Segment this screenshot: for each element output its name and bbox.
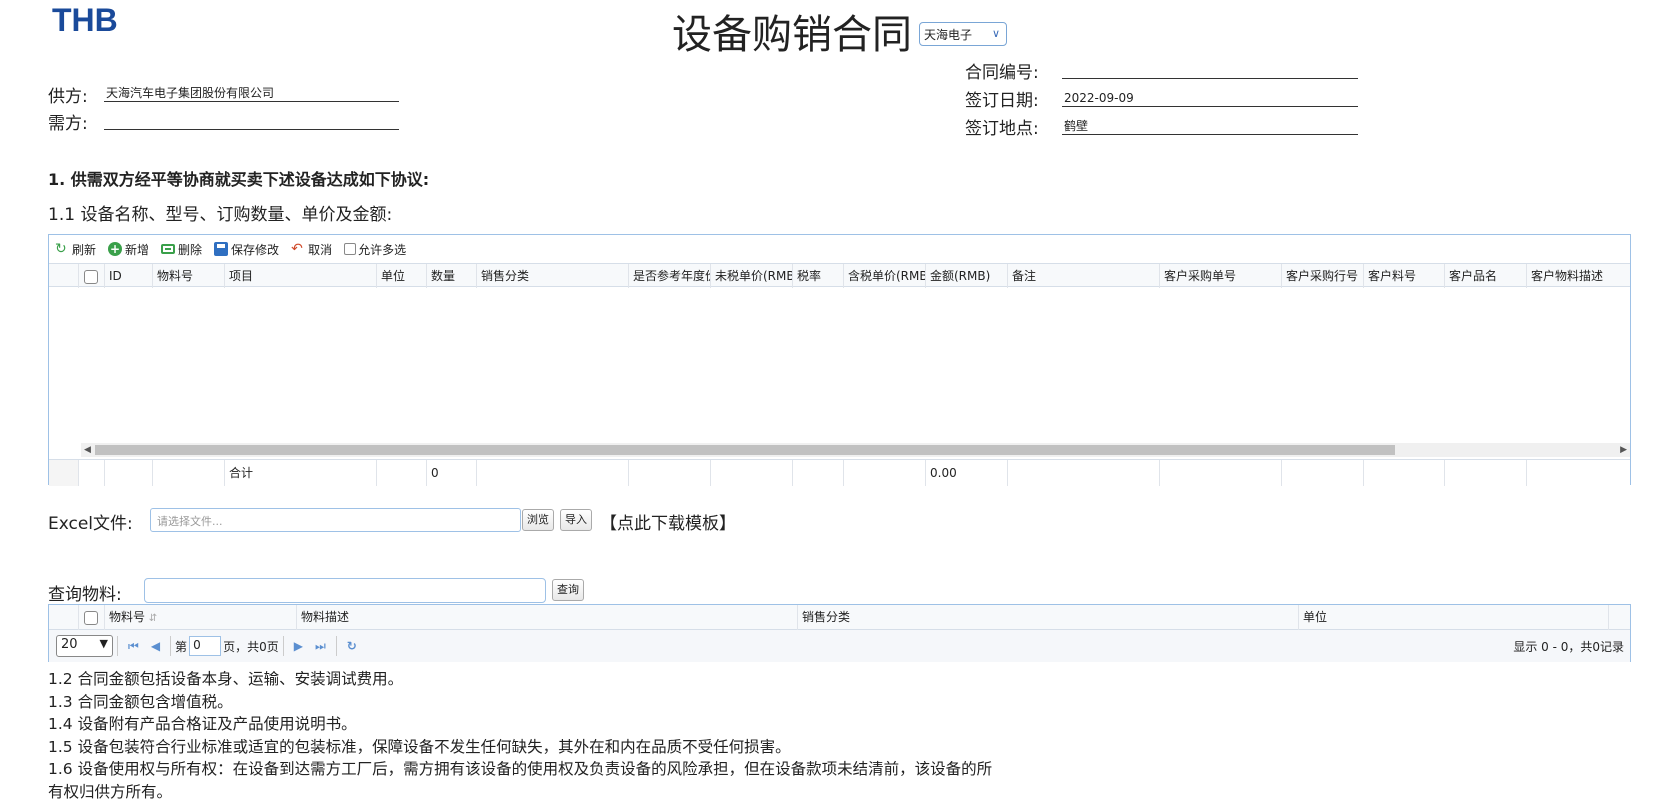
chevron-down-icon: ▼ bbox=[99, 637, 108, 650]
last-page-icon[interactable]: ⏭ bbox=[315, 639, 326, 654]
plus-icon: + bbox=[108, 242, 123, 256]
query-material-input[interactable] bbox=[144, 578, 546, 603]
minus-icon bbox=[161, 244, 176, 254]
col-customer-product-name[interactable]: 客户品名 bbox=[1445, 264, 1527, 288]
delete-button[interactable]: 删除 bbox=[161, 241, 202, 258]
save-button[interactable]: 保存修改 bbox=[214, 241, 279, 258]
multi-select-toggle[interactable]: 允许多选 bbox=[344, 241, 406, 258]
sign-place-label: 签订地点: bbox=[965, 119, 1039, 139]
query-button[interactable]: 查询 bbox=[552, 579, 584, 601]
material-select-all-checkbox[interactable] bbox=[84, 610, 98, 625]
term-1-5: 1.5 设备包装符合行业标准或适宜的包装标准，保障设备不发生任何缺失，其外在和内… bbox=[48, 737, 791, 756]
download-template-link[interactable]: 【点此下载模板】 bbox=[600, 509, 736, 534]
chevron-down-icon: ∨ bbox=[991, 27, 1000, 40]
prev-page-icon[interactable]: ◀ bbox=[151, 639, 160, 653]
company-select-value: 天海电子 bbox=[924, 28, 973, 42]
add-button[interactable]: + 新增 bbox=[108, 241, 149, 258]
pager-summary: 显示 0 - 0，共0记录 bbox=[1513, 639, 1624, 654]
col-tax-rate[interactable]: 税率 bbox=[793, 264, 844, 288]
total-amount: 0.00 bbox=[926, 460, 1008, 486]
buyer-field[interactable] bbox=[104, 112, 399, 130]
next-page-icon[interactable]: ▶ bbox=[294, 639, 303, 653]
import-button[interactable]: 导入 bbox=[560, 509, 592, 531]
col-customer-material-desc[interactable]: 客户物料描述 bbox=[1527, 264, 1630, 288]
page-suffix: 页，共0页 bbox=[223, 639, 279, 654]
scroll-left-icon[interactable]: ◀ bbox=[84, 443, 91, 457]
buyer-label: 需方: bbox=[48, 114, 88, 134]
browse-button[interactable]: 浏览 bbox=[522, 509, 554, 531]
page-number-input[interactable]: 0 bbox=[189, 636, 222, 656]
first-page-icon[interactable]: ⏮ bbox=[128, 639, 139, 654]
select-all-checkbox[interactable] bbox=[84, 269, 98, 284]
excel-file-label: Excel文件: bbox=[48, 514, 133, 534]
col-material-desc[interactable]: 物料描述 bbox=[297, 605, 798, 630]
company-logo: THB bbox=[52, 2, 118, 38]
term-1-3: 1.3 合同金额包含增值税。 bbox=[48, 692, 233, 711]
grid-footer-row: 合计 0 0.00 bbox=[49, 459, 1630, 486]
col-untaxed-price[interactable]: 未税单价(RMB) bbox=[711, 264, 793, 288]
col-remark[interactable]: 备注 bbox=[1008, 264, 1160, 288]
company-select[interactable]: 天海电子 ∨ bbox=[919, 22, 1007, 46]
scroll-right-icon[interactable]: ▶ bbox=[1620, 443, 1627, 457]
page-size-select[interactable]: 20 ▼ bbox=[56, 635, 113, 657]
refresh-icon: ↻ bbox=[55, 241, 67, 257]
excel-file-input[interactable]: 请选择文件... bbox=[150, 508, 521, 532]
total-label: 合计 bbox=[225, 460, 377, 486]
col-quantity[interactable]: 数量 bbox=[427, 264, 477, 288]
cancel-button[interactable]: ↶ 取消 bbox=[291, 241, 332, 258]
undo-icon: ↶ bbox=[291, 241, 303, 257]
material-grid-header: 物料号 ⇵ 物料描述 销售分类 单位 bbox=[49, 605, 1630, 630]
grid-header: ID 物料号 项目 单位 数量 销售分类 是否参考年度价 未税单价(RMB) 税… bbox=[49, 263, 1630, 288]
horizontal-scrollbar[interactable]: ◀ ▶ bbox=[81, 443, 1630, 457]
page-prefix: 第 bbox=[175, 639, 188, 654]
contract-terms: 1.2 合同金额包括设备本身、运输、安装调试费用。 1.3 合同金额包含增值税。… bbox=[48, 668, 992, 803]
section-heading: 1. 供需双方经平等协商就买卖下述设备达成如下协议: bbox=[48, 170, 430, 189]
col-customer-part-no[interactable]: 客户料号 bbox=[1364, 264, 1445, 288]
col-material-no[interactable]: 物料号 bbox=[153, 264, 225, 288]
col-taxed-price[interactable]: 含税单价(RMB) bbox=[844, 264, 926, 288]
contract-number-label: 合同编号: bbox=[965, 63, 1039, 83]
section-subheading: 1.1 设备名称、型号、订购数量、单价及金额: bbox=[48, 205, 393, 225]
col-sales-category[interactable]: 销售分类 bbox=[477, 264, 629, 288]
term-1-6-cont: 有权归供方所有。 bbox=[48, 782, 173, 801]
term-1-4: 1.4 设备附有产品合格证及产品使用说明书。 bbox=[48, 715, 357, 733]
col-amount[interactable]: 金额(RMB) bbox=[926, 264, 1008, 288]
sort-icon[interactable]: ⇵ bbox=[149, 613, 157, 624]
col-unit[interactable]: 单位 bbox=[377, 264, 427, 288]
page-title: 设备购销合同 bbox=[672, 12, 912, 58]
col-material-unit[interactable]: 单位 bbox=[1299, 605, 1609, 630]
sign-date-label: 签订日期: bbox=[965, 91, 1039, 111]
sign-date-field[interactable]: 2022-09-09 bbox=[1062, 89, 1358, 107]
material-grid: 物料号 ⇵ 物料描述 销售分类 单位 20 ▼ ⏮ ◀ 第 0 页，共0页 ▶ … bbox=[48, 604, 1631, 662]
save-icon bbox=[214, 242, 229, 256]
multi-select-checkbox[interactable] bbox=[344, 243, 357, 255]
col-material-sales-category[interactable]: 销售分类 bbox=[798, 605, 1299, 630]
col-customer-po-line[interactable]: 客户采购行号 bbox=[1282, 264, 1364, 288]
pager: 20 ▼ ⏮ ◀ 第 0 页，共0页 ▶ ⏭ ↻ 显示 0 - 0，共0记录 bbox=[49, 630, 1630, 662]
term-1-2: 1.2 合同金额包括设备本身、运输、安装调试费用。 bbox=[48, 670, 404, 688]
total-quantity: 0 bbox=[427, 460, 477, 486]
query-material-label: 查询物料: bbox=[48, 585, 122, 605]
supplier-label: 供方: bbox=[48, 87, 88, 107]
sign-place-field[interactable]: 鹤壁 bbox=[1062, 117, 1358, 135]
refresh-button[interactable]: ↻ 刷新 bbox=[55, 241, 96, 258]
term-1-6: 1.6 设备使用权与所有权：在设备到达需方工厂后，需方拥有该设备的使用权及负责设… bbox=[48, 760, 993, 778]
equipment-grid: ↻ 刷新 + 新增 删除 保存修改 ↶ 取消 允许多选 ID 物料号 项目 单位 bbox=[48, 234, 1631, 486]
reload-icon[interactable]: ↻ bbox=[347, 639, 357, 653]
col-material-no[interactable]: 物料号 ⇵ bbox=[105, 605, 297, 630]
col-id[interactable]: ID bbox=[105, 264, 153, 288]
contract-number-field[interactable] bbox=[1062, 61, 1358, 79]
col-customer-po[interactable]: 客户采购单号 bbox=[1160, 264, 1282, 288]
col-item[interactable]: 项目 bbox=[225, 264, 377, 288]
supplier-field[interactable]: 天海汽车电子集团股份有限公司 bbox=[104, 84, 399, 102]
col-annual-price-ref[interactable]: 是否参考年度价 bbox=[629, 264, 711, 288]
scrollbar-thumb[interactable] bbox=[95, 445, 1395, 455]
grid-toolbar: ↻ 刷新 + 新增 删除 保存修改 ↶ 取消 允许多选 bbox=[49, 235, 1630, 263]
